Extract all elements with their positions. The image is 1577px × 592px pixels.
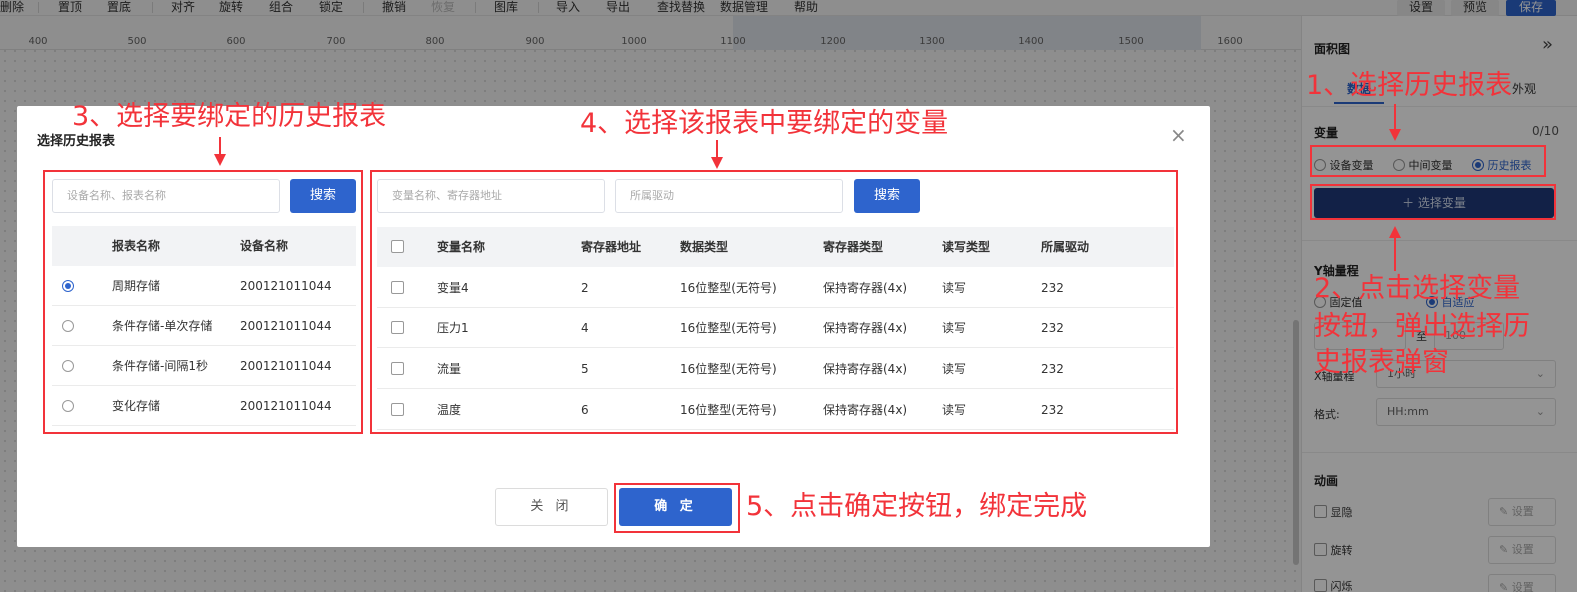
annotation-box-select-variable bbox=[1310, 184, 1556, 220]
annotation-box-radio bbox=[1310, 145, 1546, 177]
arrow-line bbox=[1394, 104, 1396, 130]
annotation-box-report-list bbox=[43, 170, 363, 434]
arrow-line bbox=[219, 137, 221, 155]
annotation-step2-line2: 按钮，弹出选择历 bbox=[1314, 311, 1530, 342]
close-icon[interactable]: × bbox=[1170, 123, 1187, 147]
arrow-down-icon bbox=[711, 157, 723, 169]
close-button[interactable]: 关 闭 bbox=[495, 488, 608, 526]
arrow-down-icon bbox=[214, 154, 226, 166]
annotation-step1: 1、选择历史报表 bbox=[1306, 70, 1513, 101]
arrow-line bbox=[1394, 237, 1396, 271]
annotation-step5: 5、点击确定按钮，绑定完成 bbox=[746, 491, 1088, 522]
annotation-step4: 4、选择该报表中要绑定的变量 bbox=[580, 108, 949, 139]
annotation-box-confirm bbox=[614, 483, 740, 533]
annotation-step2-line3: 史报表弹窗 bbox=[1314, 347, 1449, 378]
arrow-line bbox=[716, 140, 718, 158]
annotation-step3: 3、选择要绑定的历史报表 bbox=[72, 101, 387, 132]
annotation-step2-line1: 2、点击选择变量 bbox=[1314, 273, 1521, 304]
arrow-down-icon bbox=[1389, 129, 1401, 141]
annotation-box-variable-list bbox=[370, 170, 1178, 434]
